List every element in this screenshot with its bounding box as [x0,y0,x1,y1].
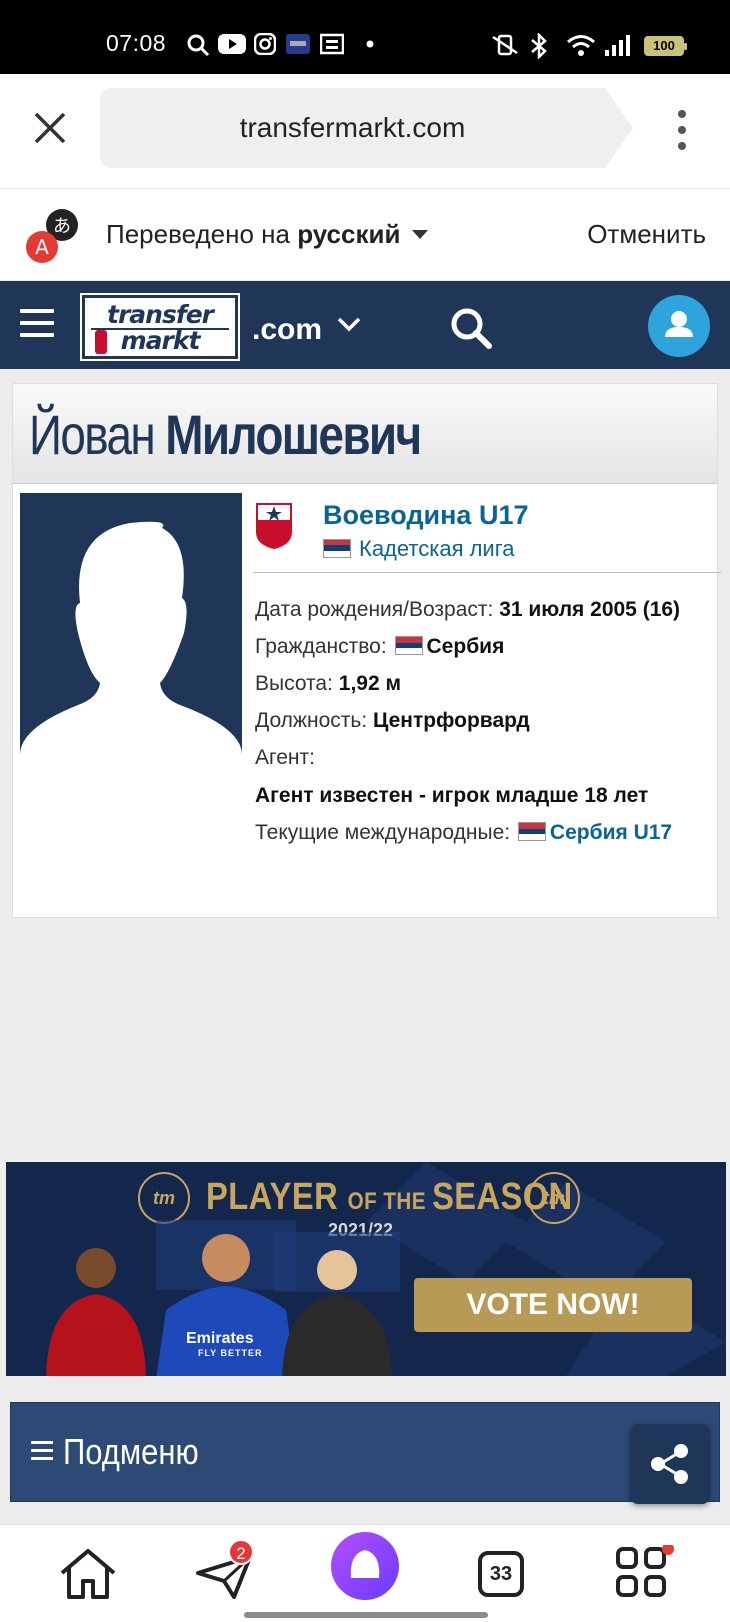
player-image-left [46,1248,146,1376]
banner-title: PLAYER OF THE SEASON [206,1176,573,1219]
site-header: transfer markt .com [0,281,730,369]
translate-icon: あ A [26,209,78,263]
user-icon [665,311,693,337]
home-icon [60,1549,116,1599]
nav-messages[interactable]: 2 [194,1539,258,1605]
sponsor-name: Emirates [186,1330,254,1347]
search-icon[interactable] [448,305,494,351]
messages-badge: 2 [228,1539,254,1565]
international-label: Текущие международные: [255,821,516,844]
assistant-icon [350,1550,380,1578]
nav-services[interactable] [612,1543,676,1605]
translate-language: русский [297,219,401,249]
hamburger-menu-icon[interactable] [20,309,54,339]
nav-tabs[interactable]: 33 [468,1545,532,1605]
cast-icon [320,33,344,55]
translate-language-dropdown[interactable]: Переведено на русский [106,219,429,250]
share-button[interactable] [630,1424,710,1504]
club-link[interactable]: Воеводина U17 [323,500,528,531]
battery-level: 100 [653,38,675,53]
caret-down-icon [412,229,429,239]
silhouette-icon [20,521,242,755]
logo-text-top: transfer [107,300,214,329]
search-icon [187,34,210,57]
app-icon [286,34,310,54]
player-name: Йован Милошевич [29,402,422,467]
menu-lines-icon [31,1441,53,1461]
height-row: Высота: 1,92 м [255,672,401,696]
sponsor-logo: Emirates FLY BETTER [186,1330,263,1358]
url-text: transfermarkt.com [239,112,466,143]
serbia-flag-icon [394,635,423,655]
banner-title-b: OF THE [347,1188,433,1215]
close-icon[interactable] [30,108,70,148]
banner-title-c: SEASON [432,1176,573,1218]
league-link[interactable]: Кадетская лига [323,536,515,562]
chevron-down-icon[interactable] [336,311,362,337]
serbia-flag-icon [517,821,546,841]
citizenship-label: Гражданство: [255,635,393,658]
player-of-season-banner[interactable]: tm tm PLAYER OF THE SEASON 2021/22 Emira… [6,1162,726,1376]
domain-selector[interactable]: .com [252,313,322,347]
club-crest-icon[interactable] [255,502,293,550]
position-label: Должность: [255,709,373,732]
banner-title-a: PLAYER [206,1176,348,1218]
position-value: Центрфорвард [372,709,530,732]
youtube-icon [218,34,246,54]
birth-label: Дата рождения/Возраст: [255,598,500,621]
agent-label: Агент: [255,746,315,769]
tm-badge-left: tm [138,1172,190,1224]
address-bar[interactable]: transfermarkt.com [100,88,633,168]
wifi-icon [567,35,595,56]
voice-assistant-button[interactable] [331,1532,399,1600]
submenu-bar[interactable]: Подменю [10,1402,720,1502]
nav-home[interactable] [56,1545,120,1605]
status-bar: 07:08 100 [0,0,730,74]
sponsor-sub: FLY BETTER [198,1348,263,1358]
status-time: 07:08 [106,30,167,56]
signal-icon [605,35,630,56]
serbia-flag-icon [323,538,351,558]
player-first-name: Йован [29,403,166,466]
national-team-link[interactable]: Сербия U17 [550,821,672,844]
battery-indicator: 100 [644,36,687,56]
mute-vibrate-icon [492,34,518,56]
position-row: Должность: Центрфорвард [255,709,530,733]
player-photo-placeholder [20,493,242,755]
logo-text-bottom: markt [120,326,201,355]
user-account-button[interactable] [648,295,710,357]
agent-value: Агент известен - игрок младше 18 лет [255,784,649,807]
birth-value: 31 июля 2005 (16) [499,598,681,621]
height-label: Высота: [255,672,339,695]
svg-text:A: A [35,235,49,259]
site-logo[interactable]: transfer markt [80,293,240,361]
vote-now-button[interactable]: VOTE NOW! [414,1278,692,1332]
services-grid-icon [616,1543,674,1597]
svg-text:あ: あ [53,216,71,237]
translation-bar: あ A Переведено на русский Отменить [0,188,730,280]
divider [253,572,721,573]
player-profile-card: Йован Милошевич Воеводина U17 Кадетская … [12,383,721,918]
share-icon [651,1444,688,1484]
instagram-icon [254,33,276,55]
browser-toolbar: transfermarkt.com [0,74,730,188]
player-image-right [274,1232,400,1376]
submenu-label: Подменю [63,1431,199,1472]
more-notifications-icon [366,40,374,48]
league-name: Кадетская лига [359,536,515,561]
tabs-count: 33 [478,1551,524,1597]
bluetooth-icon [531,33,547,59]
citizenship-row: Гражданство: Сербия [255,635,504,659]
player-header: Йован Милошевич [13,384,717,484]
height-value: 1,92 м [338,672,402,695]
more-vert-icon[interactable] [672,106,692,154]
gesture-home-bar[interactable] [244,1612,488,1618]
translate-cancel-button[interactable]: Отменить [587,219,706,250]
international-row: Текущие международные: Сербия U17 [255,821,672,845]
translate-prefix: Переведено на [106,219,298,249]
citizenship-value: Сербия [426,635,505,658]
player-last-name: Милошевич [165,403,422,466]
birth-row: Дата рождения/Возраст: 31 июля 2005 (16) [255,598,680,622]
